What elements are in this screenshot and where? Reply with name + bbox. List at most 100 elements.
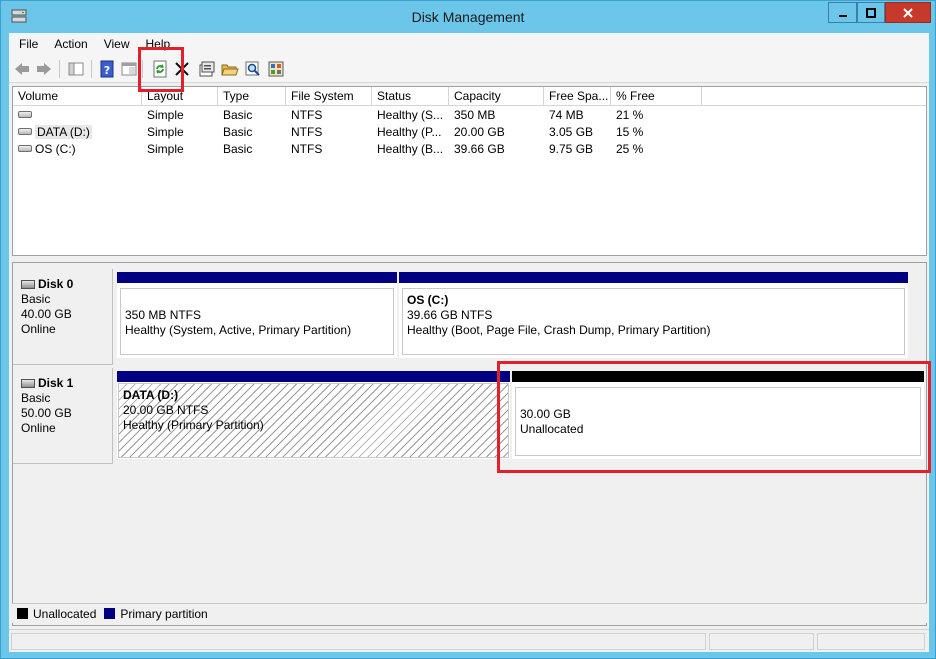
- search-icon[interactable]: [244, 60, 262, 78]
- free-space-cell: 3.05 GB: [549, 125, 594, 139]
- volume-icon: [18, 128, 32, 136]
- column-header-percent-free[interactable]: % Free: [611, 87, 702, 106]
- properties-icon[interactable]: [198, 60, 216, 78]
- explore-icon[interactable]: [267, 60, 285, 78]
- legend-swatch-primary: [104, 608, 116, 619]
- column-header-capacity[interactable]: Capacity: [449, 87, 544, 106]
- partition-title: DATA (D:): [123, 388, 179, 402]
- svg-text:?: ?: [104, 64, 110, 77]
- layout-cell: Simple: [147, 142, 184, 156]
- disk-name: Disk 0: [38, 277, 74, 291]
- partition-title: [125, 293, 389, 308]
- title-bar[interactable]: Disk Management: [1, 1, 935, 33]
- capacity-cell: 350 MB: [454, 108, 496, 122]
- status-pane: [817, 633, 925, 650]
- volume-name-cell: DATA (D:): [13, 124, 142, 141]
- partition-body: OS (C:) 39.66 GB NTFS Healthy (Boot, Pag…: [402, 288, 905, 355]
- partition-body-selected: DATA (D:) 20.00 GB NTFS Healthy (Primary…: [118, 383, 509, 458]
- column-header-status[interactable]: Status: [372, 87, 449, 106]
- partition-title: OS (C:): [407, 293, 449, 307]
- status-pane: [11, 633, 706, 650]
- volume-list[interactable]: Volume Layout Type File System Status Ca…: [12, 86, 927, 256]
- column-header-type[interactable]: Type: [218, 87, 286, 106]
- partition-status: Healthy (Primary Partition): [123, 418, 264, 432]
- partition-size: 20.00 GB NTFS: [123, 403, 209, 417]
- volume-name: DATA (D:): [35, 125, 92, 139]
- partition-size: 39.66 GB NTFS: [407, 308, 493, 322]
- minimize-icon: [838, 14, 847, 17]
- type-cell: Basic: [223, 108, 253, 122]
- open-folder-icon[interactable]: [221, 60, 239, 78]
- toolbar-separator: [59, 60, 60, 78]
- type-cell: Basic: [223, 125, 253, 139]
- disk-type: Basic: [21, 391, 51, 405]
- volume-name-cell: OS (C:): [13, 141, 142, 158]
- volume-row[interactable]: OS (C:) Simple Basic NTFS Healthy (B... …: [13, 141, 926, 158]
- status-cell: Healthy (B...: [377, 142, 444, 156]
- menu-action[interactable]: Action: [54, 37, 87, 51]
- disk-size: 40.00 GB: [21, 307, 72, 321]
- volume-icon: [18, 145, 32, 153]
- disk-name: Disk 1: [38, 376, 74, 390]
- capacity-cell: 20.00 GB: [454, 125, 505, 139]
- volume-name-cell: [13, 107, 142, 124]
- volume-row[interactable]: Simple Basic NTFS Healthy (S... 350 MB 7…: [13, 107, 926, 124]
- file-system-cell: NTFS: [291, 142, 323, 156]
- help-icon[interactable]: ?: [98, 60, 116, 78]
- disk-icon: [21, 379, 35, 389]
- menu-file[interactable]: File: [19, 37, 38, 51]
- back-arrow-icon[interactable]: [13, 60, 31, 78]
- type-cell: Basic: [223, 142, 253, 156]
- legend-label-primary: Primary partition: [120, 606, 208, 621]
- window-title: Disk Management: [411, 9, 525, 25]
- volume-icon: [18, 111, 32, 119]
- status-cell: Healthy (S...: [377, 108, 444, 122]
- disk-icon: [21, 280, 35, 290]
- maximize-button[interactable]: [857, 2, 885, 23]
- disk-state: Online: [21, 322, 56, 336]
- disk-type: Basic: [21, 292, 51, 306]
- properties-view-icon[interactable]: [120, 60, 138, 78]
- percent-free-cell: 15 %: [616, 125, 644, 139]
- layout-cell: Simple: [147, 108, 184, 122]
- disk-1-label[interactable]: Disk 1 Basic 50.00 GB Online: [13, 368, 113, 464]
- close-icon: [903, 7, 913, 18]
- partition-system-reserved[interactable]: 350 MB NTFS Healthy (System, Active, Pri…: [117, 272, 397, 358]
- column-header-free-space[interactable]: Free Spa...: [544, 87, 611, 106]
- column-header-volume[interactable]: Volume: [13, 87, 142, 106]
- capacity-cell: 39.66 GB: [454, 142, 505, 156]
- primary-partition-bar: [117, 371, 510, 382]
- file-system-cell: NTFS: [291, 125, 323, 139]
- partition-body: 350 MB NTFS Healthy (System, Active, Pri…: [120, 288, 394, 355]
- volume-row[interactable]: DATA (D:) Simple Basic NTFS Healthy (P..…: [13, 124, 926, 141]
- primary-partition-bar: [117, 272, 397, 283]
- refresh-highlight-box: [138, 47, 184, 92]
- minimize-button[interactable]: [828, 2, 857, 23]
- legend: Unallocated Primary partition: [12, 603, 927, 623]
- client-area: File Action View Help ? Volume Layout Ty…: [9, 33, 931, 652]
- disk-0-label[interactable]: Disk 0 Basic 40.00 GB Online: [13, 269, 113, 365]
- status-bar: [9, 629, 929, 651]
- close-button[interactable]: [885, 2, 931, 23]
- layout-cell: Simple: [147, 125, 184, 139]
- toolbar-separator: [91, 60, 92, 78]
- partition-status: Healthy (Boot, Page File, Crash Dump, Pr…: [407, 323, 711, 337]
- partition-os-c[interactable]: OS (C:) 39.66 GB NTFS Healthy (Boot, Pag…: [399, 272, 908, 358]
- forward-arrow-icon[interactable]: [35, 60, 53, 78]
- legend-label-unallocated: Unallocated: [33, 606, 97, 621]
- partition-data-d[interactable]: DATA (D:) 20.00 GB NTFS Healthy (Primary…: [117, 371, 510, 459]
- free-space-cell: 74 MB: [549, 108, 584, 122]
- partition-status: Healthy (System, Active, Primary Partiti…: [125, 323, 352, 337]
- console-tree-icon[interactable]: [67, 60, 85, 78]
- column-header-file-system[interactable]: File System: [286, 87, 372, 106]
- status-pane: [709, 633, 814, 650]
- unallocated-highlight-box: [497, 361, 931, 473]
- percent-free-cell: 25 %: [616, 142, 644, 156]
- primary-partition-bar: [399, 272, 908, 283]
- disk-size: 50.00 GB: [21, 406, 72, 420]
- menu-view[interactable]: View: [104, 37, 130, 51]
- maximize-icon: [866, 7, 876, 18]
- status-cell: Healthy (P...: [377, 125, 442, 139]
- disk-management-window: Disk Management File Action View Help ? …: [0, 0, 936, 659]
- disk-state: Online: [21, 421, 56, 435]
